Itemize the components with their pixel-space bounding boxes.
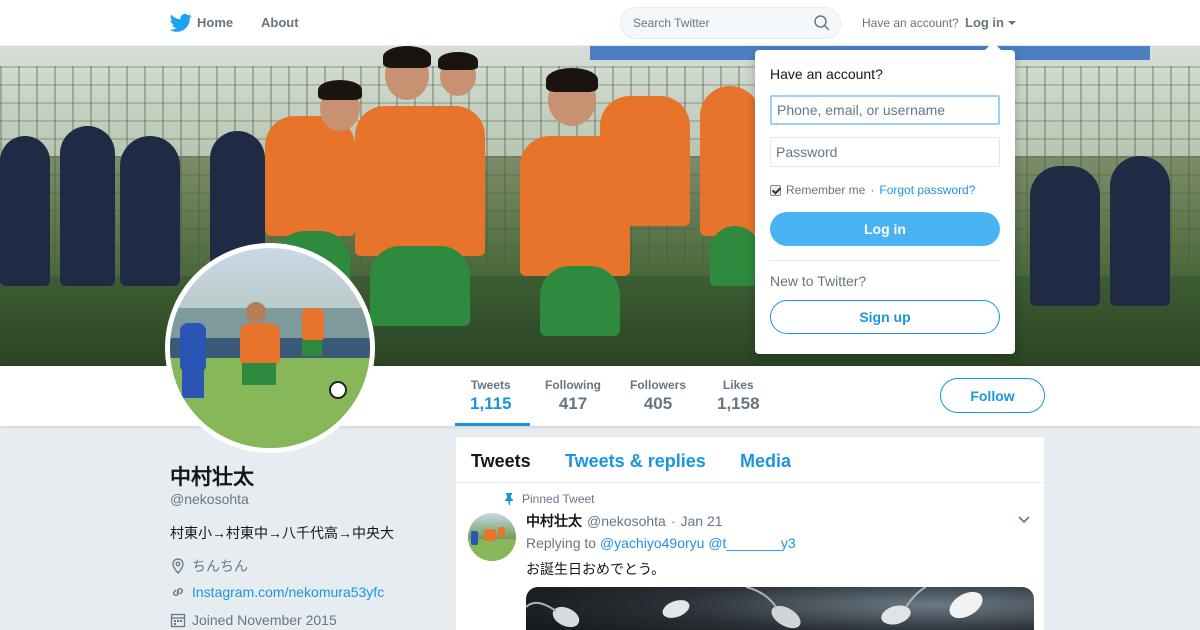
mention-link[interactable]: @yachiyo49oryu	[600, 535, 705, 551]
stat-following-label: Following	[545, 378, 601, 392]
search-box	[620, 7, 841, 39]
tweet-text: お誕生日おめでとう。	[526, 561, 666, 577]
link-icon	[173, 588, 183, 596]
chevron-down-icon[interactable]	[1018, 516, 1030, 524]
profile-website: Instagram.com/nekomura53yfc	[170, 584, 384, 600]
top-navigation-bar: Home About Have an account? Log in	[0, 0, 1200, 46]
profile-location: ちんちん	[170, 556, 248, 576]
calendar-icon	[170, 613, 186, 628]
nav-home-label: Home	[197, 15, 234, 30]
username-field[interactable]	[770, 95, 1000, 125]
nav-home-link[interactable]: Home	[170, 15, 233, 30]
replying-to-line: Replying to @yachiyo49oryu @t_______y3	[526, 535, 796, 551]
stat-followers-value: 405	[643, 394, 673, 413]
tweet-separator: ·	[670, 513, 676, 529]
profile-avatar[interactable]	[165, 243, 375, 453]
stat-following[interactable]: Following 417	[545, 378, 601, 414]
forgot-password-link[interactable]: Forgot password?	[879, 183, 975, 197]
location-pin-icon	[172, 558, 184, 574]
active-stat-underline	[455, 423, 530, 426]
signup-button[interactable]: Sign up	[770, 300, 1000, 334]
remember-me-checkbox[interactable]	[770, 184, 781, 196]
login-dropdown: Have an account? Remember me · Forgot pa…	[755, 42, 1015, 354]
stat-followers[interactable]: Followers 405	[630, 378, 686, 414]
stat-likes-value: 1,158	[717, 394, 760, 413]
remember-me-label: Remember me	[786, 183, 866, 197]
divider	[770, 260, 1000, 261]
tweet-author-handle[interactable]: @nekosohta	[587, 513, 666, 529]
join-date-text: Joined November 2015	[192, 612, 337, 628]
tweet-avatar[interactable]	[468, 513, 516, 561]
caret-down-icon[interactable]	[1008, 21, 1016, 25]
search-icon[interactable]	[814, 15, 830, 31]
mention-link[interactable]: @t_______y3	[708, 535, 795, 551]
search-input[interactable]	[621, 8, 801, 38]
remember-me-row: Remember me · Forgot password?	[770, 183, 975, 197]
nav-about-label: About	[261, 15, 299, 30]
stat-following-value: 417	[558, 394, 588, 413]
login-dropdown-toggle[interactable]: Log in	[965, 15, 1004, 30]
stat-likes-label: Likes	[722, 378, 754, 392]
login-dropdown-title: Have an account?	[770, 66, 883, 82]
stat-tweets-label: Tweets	[470, 378, 511, 392]
pin-icon	[505, 493, 513, 505]
new-to-twitter-text: New to Twitter?	[770, 273, 867, 289]
tab-tweets-replies[interactable]: Tweets & replies	[565, 451, 706, 472]
pinned-tweet-indicator: Pinned Tweet	[504, 492, 595, 506]
tweet-header: 中村壮太 @nekosohta · Jan 21	[526, 511, 723, 531]
have-account-text: Have an account?	[862, 16, 959, 30]
separator-dot: ·	[870, 183, 875, 197]
timeline-tabs: Tweets Tweets & replies Media	[456, 437, 1044, 483]
location-text: ちんちん	[192, 558, 248, 574]
profile-bio: 村東小→村東中→八千代高→中央大	[170, 525, 394, 541]
stat-followers-label: Followers	[630, 378, 687, 392]
follow-button[interactable]: Follow	[940, 378, 1045, 413]
stat-tweets-value: 1,115	[470, 394, 512, 413]
profile-handle[interactable]: @nekosohta	[170, 491, 249, 507]
stat-likes[interactable]: Likes 1,158	[717, 378, 760, 414]
profile-join-date: Joined November 2015	[170, 612, 337, 628]
profile-name[interactable]: 中村壮太	[170, 461, 254, 491]
pinned-label: Pinned Tweet	[522, 492, 595, 506]
replying-to-label: Replying to	[526, 535, 597, 551]
tweet-timestamp[interactable]: Jan 21	[681, 513, 723, 529]
nav-about-link[interactable]: About	[261, 15, 299, 30]
stat-tweets[interactable]: Tweets 1,115	[470, 378, 512, 414]
password-field[interactable]	[770, 137, 1000, 167]
login-button[interactable]: Log in	[770, 212, 1000, 246]
tweet-media-image[interactable]	[526, 587, 1034, 630]
tab-tweets[interactable]: Tweets	[471, 451, 531, 472]
tweet-author-name[interactable]: 中村壮太	[526, 511, 582, 531]
timeline: Tweets Tweets & replies Media Pinned Twe…	[456, 437, 1044, 630]
website-link[interactable]: Instagram.com/nekomura53yfc	[192, 584, 384, 600]
tab-media[interactable]: Media	[740, 451, 791, 472]
